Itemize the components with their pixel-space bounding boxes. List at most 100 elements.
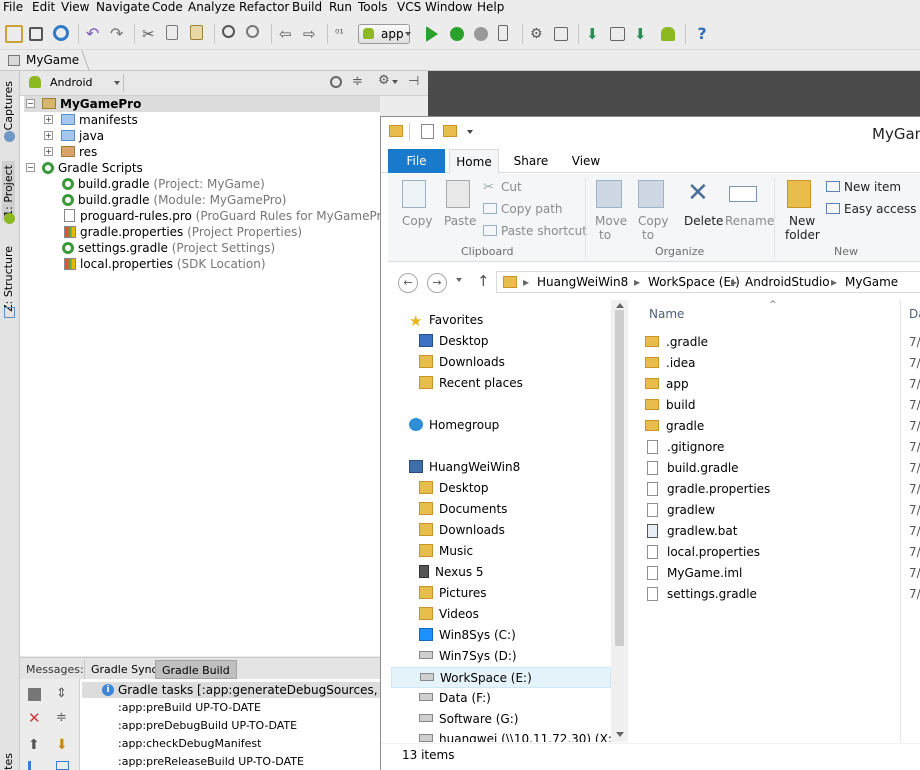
- expand-icon[interactable]: +: [44, 147, 53, 156]
- forward-button[interactable]: →: [427, 273, 447, 293]
- up-button[interactable]: ↑: [477, 272, 490, 290]
- tab-share[interactable]: Share: [509, 149, 553, 173]
- find-icon[interactable]: [222, 25, 235, 38]
- copy-path-button[interactable]: Copy path: [501, 202, 563, 216]
- nav-item[interactable]: ★ Favorites: [409, 310, 483, 331]
- menu-run[interactable]: Run: [329, 0, 352, 15]
- menu-view[interactable]: View: [61, 0, 89, 15]
- run-icon[interactable]: [426, 26, 438, 42]
- nav-item[interactable]: Win8Sys (C:): [419, 625, 516, 646]
- file-row[interactable]: build: [645, 395, 696, 416]
- nav-item[interactable]: Downloads: [419, 352, 505, 373]
- copy-button[interactable]: Copy: [402, 214, 432, 228]
- expand-icon[interactable]: +: [44, 131, 53, 140]
- tab-view[interactable]: View: [567, 149, 605, 173]
- android-monitor-icon[interactable]: [661, 27, 675, 41]
- bottom-side-tab[interactable]: tes: [2, 753, 15, 770]
- menu-help[interactable]: Help: [477, 0, 504, 15]
- scroll-down-icon[interactable]: [616, 732, 624, 737]
- menu-edit[interactable]: Edit: [32, 0, 55, 15]
- file-row[interactable]: gradle: [645, 416, 704, 437]
- nav-item[interactable]: Desktop: [419, 478, 489, 499]
- nav-item[interactable]: Homegroup: [409, 415, 499, 436]
- breadcrumb[interactable]: MyGame: [26, 53, 79, 67]
- file-row[interactable]: settings.gradle: [645, 584, 757, 605]
- captures-tab[interactable]: Captures: [2, 81, 15, 130]
- file-row[interactable]: gradlew: [645, 500, 715, 521]
- menu-analyze[interactable]: Analyze: [188, 0, 235, 15]
- hide-panel-icon[interactable]: ⊣: [408, 74, 419, 89]
- nav-item[interactable]: Nexus 5: [419, 562, 484, 583]
- redo-icon[interactable]: ↷: [110, 25, 128, 43]
- settings-icon[interactable]: [554, 27, 568, 41]
- build-message[interactable]: :app:checkDebugManifest: [118, 737, 261, 750]
- tree-row-file[interactable]: local.properties (SDK Location): [64, 256, 266, 272]
- build-message[interactable]: :app:preReleaseBuild UP-TO-DATE: [118, 755, 304, 768]
- close-icon[interactable]: ✕: [28, 711, 41, 726]
- new-folder-icon[interactable]: [443, 125, 457, 137]
- properties-icon[interactable]: [421, 124, 434, 139]
- expand-all-icon[interactable]: ⇕: [56, 686, 69, 701]
- collapse-all-icon[interactable]: ≑: [56, 710, 69, 725]
- scrollbar-thumb[interactable]: [615, 310, 624, 646]
- collapse-icon[interactable]: −: [26, 99, 35, 108]
- menu-navigate[interactable]: Navigate: [96, 0, 150, 15]
- save-icon[interactable]: [29, 27, 43, 41]
- menu-file[interactable]: File: [3, 0, 23, 15]
- nav-item[interactable]: Videos: [419, 604, 479, 625]
- sdk-manager-icon[interactable]: ⬇: [634, 25, 652, 43]
- build-message[interactable]: :app:preDebugBuild UP-TO-DATE: [118, 719, 297, 732]
- tree-row-file[interactable]: build.gradle (Module: MyGamePro): [62, 192, 286, 208]
- gear-icon[interactable]: ⚙: [378, 73, 390, 88]
- new-folder-button[interactable]: New: [789, 214, 815, 228]
- nav-item[interactable]: Win7Sys (D:): [419, 646, 517, 667]
- nav-item[interactable]: Pictures: [419, 583, 487, 604]
- scroll-from-source-icon[interactable]: [330, 76, 342, 88]
- tab-home[interactable]: Home: [449, 149, 499, 174]
- file-row[interactable]: app: [645, 374, 689, 395]
- file-row[interactable]: gradle.properties: [645, 479, 770, 500]
- delete-button[interactable]: Delete: [684, 214, 723, 228]
- sync-icon[interactable]: [53, 25, 69, 41]
- run-config-dropdown[interactable]: app: [358, 24, 411, 44]
- nav-item[interactable]: Software (G:): [419, 709, 518, 730]
- copy-icon[interactable]: [166, 25, 178, 40]
- cut-button[interactable]: Cut: [501, 180, 522, 194]
- project-view-selector[interactable]: Android: [26, 74, 124, 92]
- paste-button[interactable]: Paste: [444, 214, 476, 228]
- address-crumb[interactable]: HuangWeiWin8: [537, 275, 628, 289]
- file-row[interactable]: local.properties: [645, 542, 760, 563]
- tab-gradle-sync[interactable]: Gradle Sync: [84, 660, 165, 679]
- nav-item[interactable]: huangwei (\\10.11.72.30) (X:): [419, 730, 617, 742]
- nav-item[interactable]: Data (F:): [419, 688, 491, 709]
- address-bar[interactable]: ▸ HuangWeiWin8 ▸ WorkSpace (E:) ▸ Androi…: [496, 271, 920, 293]
- move-to-button[interactable]: Move: [595, 214, 627, 228]
- file-row[interactable]: MyGame.iml: [645, 563, 742, 584]
- back-icon[interactable]: ⇦: [279, 25, 297, 43]
- nav-item-selected[interactable]: WorkSpace (E:): [391, 667, 611, 688]
- address-crumb[interactable]: MyGame: [845, 275, 898, 289]
- tree-row-file[interactable]: proguard-rules.pro (ProGuard Rules for M…: [64, 208, 393, 224]
- paste-icon[interactable]: [190, 25, 203, 40]
- attach-debugger-icon[interactable]: [474, 27, 488, 41]
- nav-item[interactable]: HuangWeiWin8: [409, 457, 520, 478]
- file-row[interactable]: .gitignore: [645, 437, 724, 458]
- menu-vcs[interactable]: VCS: [397, 0, 421, 15]
- avd-manager-icon[interactable]: [610, 27, 625, 41]
- open-folder-icon[interactable]: [5, 25, 23, 43]
- column-name[interactable]: Name: [649, 307, 684, 321]
- scroll-up-icon[interactable]: [616, 303, 624, 308]
- forward-icon[interactable]: ⇨: [303, 25, 321, 43]
- address-crumb[interactable]: WorkSpace (E:): [648, 275, 740, 289]
- menu-refactor[interactable]: Refactor: [239, 0, 289, 15]
- undo-icon[interactable]: ↶: [86, 25, 104, 43]
- tree-row-file[interactable]: settings.gradle (Project Settings): [62, 240, 275, 256]
- expand-icon[interactable]: +: [44, 115, 53, 124]
- column-date[interactable]: Da: [909, 307, 920, 321]
- project-tab[interactable]: 1: Project: [2, 161, 15, 221]
- nav-item[interactable]: Music: [419, 541, 473, 562]
- nav-scrollbar[interactable]: [611, 300, 628, 742]
- make-project-icon[interactable]: ⁰¹: [335, 25, 353, 43]
- file-row[interactable]: .idea: [645, 353, 696, 374]
- cut-icon[interactable]: ✂: [142, 25, 160, 43]
